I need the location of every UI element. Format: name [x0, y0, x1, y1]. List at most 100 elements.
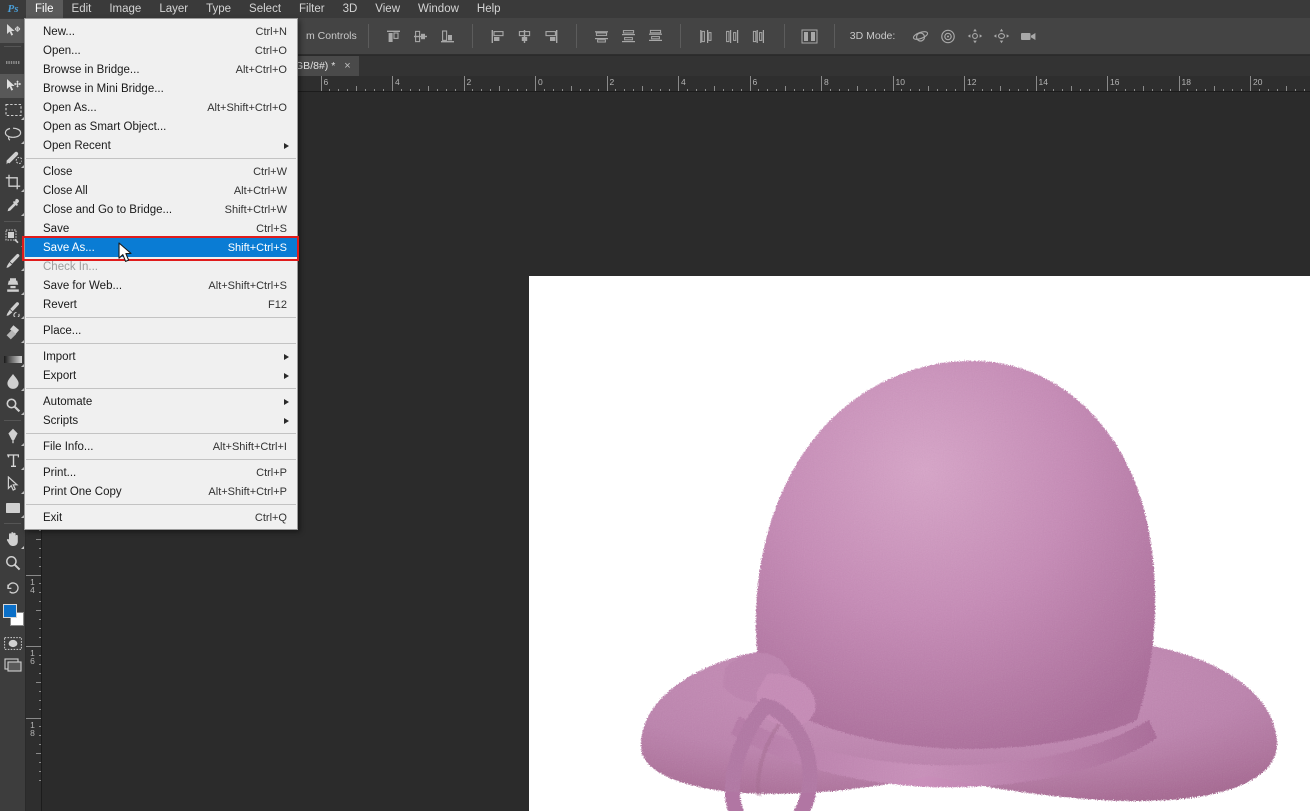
horizontal-type-tool[interactable] — [0, 448, 26, 472]
menu-item-file-info[interactable]: File Info... Alt+Shift+Ctrl+I — [25, 437, 297, 456]
rotate-view-tool[interactable] — [0, 575, 26, 599]
spot-healing-brush-tool[interactable] — [0, 225, 26, 249]
menu-item-print[interactable]: Print... Ctrl+P — [25, 463, 297, 482]
pen-tool[interactable] — [0, 424, 26, 448]
menu-layer[interactable]: Layer — [150, 0, 197, 18]
ruler-minor-tick — [1026, 89, 1028, 91]
photoshop-window: m Controls 3D Mode: RGB/8#) * × 6 4 2 0 … — [0, 0, 1310, 811]
lasso-tool[interactable] — [0, 122, 26, 146]
file-menu-dropdown[interactable]: New... Ctrl+N Open... Ctrl+O Browse in Bridg… — [24, 18, 298, 530]
menu-separator — [26, 317, 296, 318]
tools-panel[interactable] — [0, 18, 26, 811]
menu-filter[interactable]: Filter — [290, 0, 334, 18]
menu-item-print-one-copy[interactable]: Print One Copy Alt+Shift+Ctrl+P — [25, 482, 297, 501]
toolbar-dots-handle[interactable] — [0, 50, 26, 74]
color-swatches[interactable] — [0, 602, 26, 632]
distribute-right-edges-icon[interactable] — [749, 26, 770, 47]
quick-mask-icon[interactable] — [0, 632, 26, 654]
screen-mode-icon[interactable] — [0, 654, 26, 676]
3d-camera-icon[interactable] — [1018, 26, 1039, 47]
menu-item-open-as[interactable]: Open As... Alt+Shift+Ctrl+O — [25, 98, 297, 117]
menu-view[interactable]: View — [366, 0, 409, 18]
close-icon[interactable]: × — [344, 60, 350, 72]
menu-item-import[interactable]: Import — [25, 347, 297, 366]
rectangle-tool[interactable] — [0, 496, 26, 520]
move-tool-active[interactable] — [0, 74, 26, 98]
menu-item-open[interactable]: Open... Ctrl+O — [25, 41, 297, 60]
distribute-vertical-centers-icon[interactable] — [618, 26, 639, 47]
chevron-right-icon — [284, 353, 289, 360]
menu-item-save[interactable]: Save Ctrl+S — [25, 219, 297, 238]
menu-item-exit[interactable]: Exit Ctrl+Q — [25, 508, 297, 527]
menu-window[interactable]: Window — [409, 0, 468, 18]
3d-pan-icon[interactable] — [964, 26, 985, 47]
menu-item-close-and-go-to-bridge[interactable]: Close and Go to Bridge... Shift+Ctrl+W — [25, 200, 297, 219]
eraser-tool[interactable] — [0, 321, 26, 345]
ruler-minor-tick — [1124, 89, 1126, 91]
3d-roll-icon[interactable] — [937, 26, 958, 47]
menu-item-save-for-web[interactable]: Save for Web... Alt+Shift+Ctrl+S — [25, 276, 297, 295]
menu-type[interactable]: Type — [197, 0, 240, 18]
3d-mode-group[interactable] — [907, 26, 1042, 47]
align-vertical-centers-icon[interactable] — [410, 26, 431, 47]
brush-tool[interactable] — [0, 249, 26, 273]
align-horizontal-centers-icon[interactable] — [514, 26, 535, 47]
crop-tool[interactable] — [0, 170, 26, 194]
menu-edit[interactable]: Edit — [63, 0, 101, 18]
menu-item-open-recent[interactable]: Open Recent — [25, 136, 297, 155]
distribute-vertical-group[interactable] — [588, 26, 669, 47]
clone-stamp-tool[interactable] — [0, 273, 26, 297]
dodge-tool[interactable] — [0, 393, 26, 417]
menu-item-browse-in-mini-bridge[interactable]: Browse in Mini Bridge... — [25, 79, 297, 98]
align-horizontal-group[interactable] — [484, 26, 565, 47]
eyedropper-tool[interactable] — [0, 194, 26, 218]
history-brush-tool[interactable] — [0, 297, 26, 321]
menu-item-export[interactable]: Export — [25, 366, 297, 385]
menu-bar[interactable]: Ps File Edit Image Layer Type Select Fil… — [0, 0, 1310, 18]
ruler-label: 20 — [1253, 77, 1263, 87]
menu-item-automate[interactable]: Automate — [25, 392, 297, 411]
ruler-minor-tick — [400, 89, 402, 91]
menu-3d[interactable]: 3D — [334, 0, 367, 18]
ruler-minor-tick — [36, 753, 41, 755]
menu-item-scripts[interactable]: Scripts — [25, 411, 297, 430]
distribute-top-edges-icon[interactable] — [591, 26, 612, 47]
ruler-minor-tick — [39, 699, 41, 701]
menu-item-close[interactable]: Close Ctrl+W — [25, 162, 297, 181]
hand-tool[interactable] — [0, 527, 26, 551]
gradient-tool[interactable] — [0, 345, 26, 369]
menu-item-close-all[interactable]: Close All Alt+Ctrl+W — [25, 181, 297, 200]
align-bottom-edges-icon[interactable] — [437, 26, 458, 47]
menu-image[interactable]: Image — [100, 0, 150, 18]
menu-item-label: File Info... — [43, 440, 94, 453]
foreground-color-swatch[interactable] — [3, 604, 17, 618]
distribute-horizontal-centers-icon[interactable] — [722, 26, 743, 47]
auto-align-layers-icon[interactable] — [799, 26, 820, 47]
align-top-edges-icon[interactable] — [383, 26, 404, 47]
document-canvas[interactable] — [529, 276, 1310, 811]
menu-item-browse-in-bridge[interactable]: Browse in Bridge... Alt+Ctrl+O — [25, 60, 297, 79]
align-right-edges-icon[interactable] — [541, 26, 562, 47]
menu-item-place[interactable]: Place... — [25, 321, 297, 340]
blur-tool[interactable] — [0, 369, 26, 393]
ruler-minor-tick — [356, 86, 358, 91]
distribute-horizontal-group[interactable] — [692, 26, 773, 47]
menu-file[interactable]: File — [26, 0, 63, 18]
quick-selection-tool[interactable] — [0, 146, 26, 170]
menu-item-revert[interactable]: Revert F12 — [25, 295, 297, 314]
path-selection-tool[interactable] — [0, 472, 26, 496]
align-edges-group[interactable] — [380, 26, 461, 47]
move-tool[interactable] — [0, 19, 26, 43]
align-left-edges-icon[interactable] — [487, 26, 508, 47]
menu-select[interactable]: Select — [240, 0, 290, 18]
zoom-tool[interactable] — [0, 551, 26, 575]
distribute-bottom-edges-icon[interactable] — [645, 26, 666, 47]
menu-item-save-as[interactable]: Save As... Shift+Ctrl+S — [25, 238, 297, 257]
menu-item-new[interactable]: New... Ctrl+N — [25, 22, 297, 41]
menu-item-open-as-smart-object[interactable]: Open as Smart Object... — [25, 117, 297, 136]
menu-help[interactable]: Help — [468, 0, 510, 18]
rectangular-marquee-tool[interactable] — [0, 98, 26, 122]
3d-slide-icon[interactable] — [991, 26, 1012, 47]
3d-orbit-icon[interactable] — [910, 26, 931, 47]
distribute-left-edges-icon[interactable] — [695, 26, 716, 47]
